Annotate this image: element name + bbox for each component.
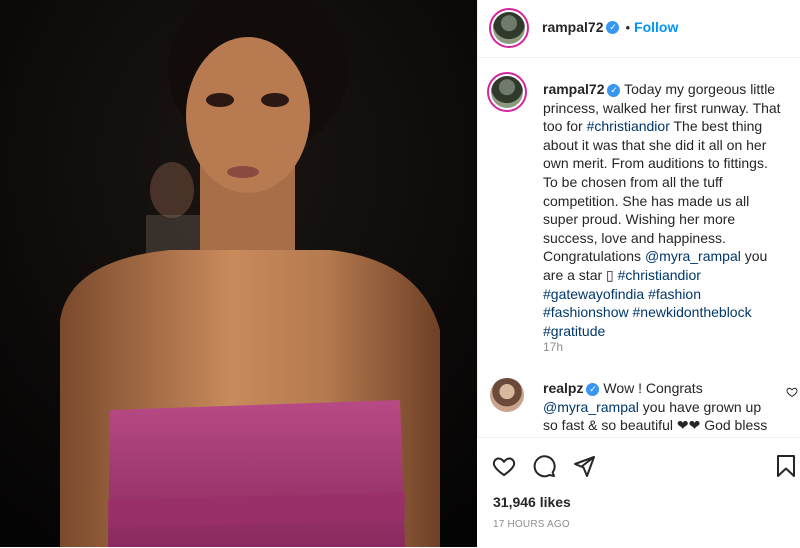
verified-badge-icon: ✓ [586, 382, 600, 396]
caption-time[interactable]: 17h [543, 340, 563, 354]
paper-plane-icon[interactable] [572, 454, 596, 478]
likes-count[interactable]: 31,946 likes [493, 494, 571, 510]
caption-author-username[interactable]: rampal72 [543, 81, 604, 97]
post-media[interactable] [0, 0, 477, 547]
verified-badge-icon: ✓ [606, 21, 620, 35]
comment-text-start: Wow ! Congrats [603, 380, 703, 396]
caption-author-avatar[interactable] [487, 72, 527, 112]
post-timestamp[interactable]: 17 HOURS AGO [493, 519, 570, 530]
emoji-placeholder: ▯ [606, 266, 614, 283]
hashtag-link[interactable]: #christiandior [618, 267, 701, 283]
mention-link[interactable]: @myra_rampal [645, 248, 741, 264]
comment-like-heart-icon[interactable] [786, 386, 798, 398]
post-actions-bar: 31,946 likes 17 HOURS AGO [477, 437, 800, 548]
bookmark-icon[interactable] [775, 454, 797, 478]
author-username[interactable]: rampal72 [542, 19, 603, 35]
hashtag-link[interactable]: #gatewayofindia [543, 286, 644, 302]
separator-dot: • [625, 20, 631, 35]
hashtag-link[interactable]: #fashion [648, 286, 701, 302]
post-header: rampal72 ✓ • Follow [478, 0, 800, 58]
author-avatar[interactable] [489, 8, 529, 48]
follow-button[interactable]: Follow [634, 19, 678, 35]
comment-icon[interactable] [532, 454, 556, 478]
heart-icon[interactable] [492, 454, 516, 478]
caption-text-mid: The best thing about it was that she did… [543, 118, 768, 265]
verified-badge-icon: ✓ [607, 83, 621, 97]
hashtag-link[interactable]: #newkidontheblock [633, 304, 752, 320]
hashtag-link[interactable]: #christiandior [587, 118, 670, 134]
comment: realpz ✓ Wow ! Congrats @myra_rampal you … [543, 379, 778, 435]
post-caption: rampal72 ✓ Today my gorgeous little princ… [543, 80, 786, 340]
runway-photo [0, 0, 477, 547]
commenter-avatar[interactable] [490, 378, 524, 412]
hashtag-link[interactable]: #gratitude [543, 323, 605, 339]
comment-mention-link[interactable]: @myra_rampal [543, 399, 639, 415]
hashtag-link[interactable]: #fashionshow [543, 304, 629, 320]
commenter-username[interactable]: realpz [543, 380, 583, 396]
